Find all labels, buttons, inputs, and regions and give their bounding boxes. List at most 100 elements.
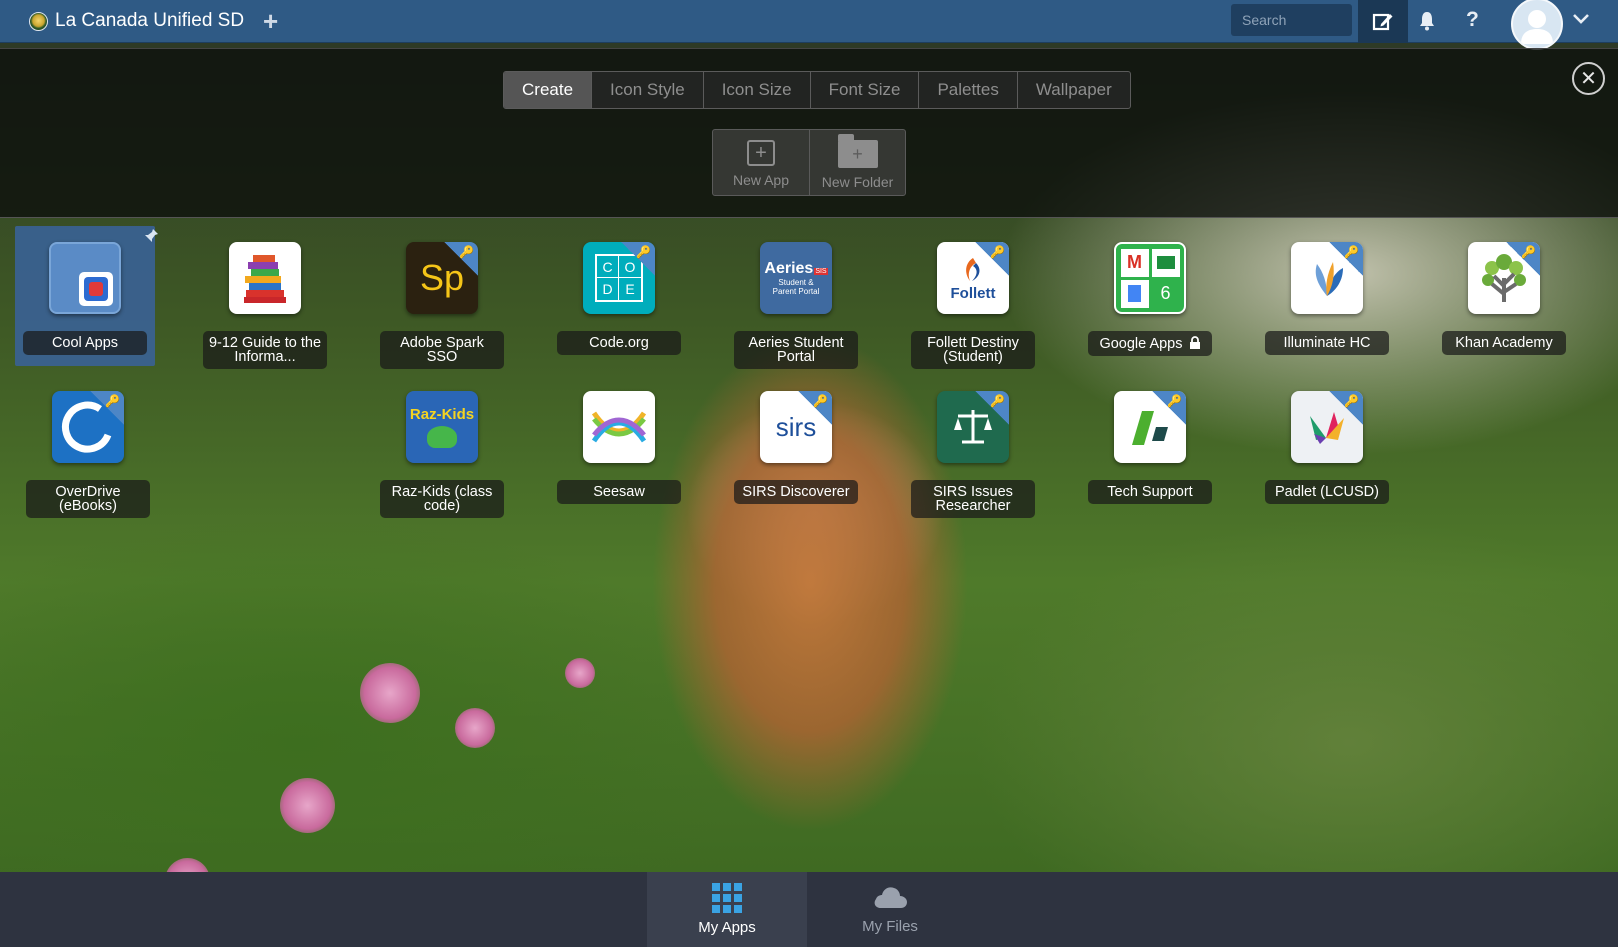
flower-decoration <box>565 658 595 688</box>
add-tab-button[interactable]: + <box>263 6 278 37</box>
folder-plus-icon: + <box>837 134 878 168</box>
app-tile-adobe-spark[interactable]: Sp 🔑 Adobe Spark SSO <box>372 226 512 369</box>
tab-wallpaper[interactable]: Wallpaper <box>1018 72 1130 108</box>
more-apps-count: 6 <box>1160 283 1171 303</box>
illuminate-icon: 🔑 <box>1291 242 1363 314</box>
edit-button[interactable] <box>1358 0 1408 43</box>
app-label: SIRS Issues Researcher <box>911 480 1035 518</box>
flower-decoration <box>360 663 420 723</box>
tab-icon-size[interactable]: Icon Size <box>704 72 811 108</box>
edit-icon <box>1372 13 1393 30</box>
code-letter: C <box>597 256 619 278</box>
new-app-button[interactable]: + New App <box>713 130 809 195</box>
tab-label: My Apps <box>698 919 756 936</box>
app-label: Khan Academy <box>1442 331 1566 355</box>
district-name[interactable]: La Canada Unified SD <box>55 10 244 32</box>
app-tile-illuminate[interactable]: 🔑 Illuminate HC <box>1257 226 1397 366</box>
app-tile-raz-kids[interactable]: Raz-Kids Raz-Kids (class code) <box>372 375 512 518</box>
app-tile-aeries[interactable]: Aeries SIS Student & Parent Portal Aerie… <box>726 226 866 369</box>
app-tile-guide[interactable]: 9-12 Guide to the Informa... <box>195 226 335 369</box>
sis-badge: SIS <box>814 268 828 275</box>
create-options: + New App + New Folder <box>712 129 906 196</box>
user-avatar[interactable] <box>1511 0 1563 50</box>
tab-my-apps[interactable]: My Apps <box>647 872 807 947</box>
aeries-icon: Aeries SIS Student & Parent Portal <box>760 242 832 314</box>
gmail-icon: M <box>1120 248 1149 277</box>
flower-decoration <box>280 778 335 833</box>
app-tile-code-org[interactable]: C O D E 🔑 Code.org <box>549 226 689 366</box>
app-label: Padlet (LCUSD) <box>1265 480 1389 504</box>
app-tile-overdrive[interactable]: 🔑 OverDrive (eBooks) <box>18 375 158 518</box>
code-org-icon: C O D E 🔑 <box>583 242 655 314</box>
search-input[interactable] <box>1231 4 1352 36</box>
app-label: Illuminate HC <box>1265 331 1389 355</box>
pin-icon <box>145 229 158 242</box>
bottom-navigation-bar: My Apps My Files <box>0 872 1618 947</box>
code-letter: E <box>625 281 635 297</box>
adobe-spark-icon: Sp 🔑 <box>406 242 478 314</box>
app-label: Aeries Student Portal <box>734 331 858 369</box>
app-tile-google-apps[interactable]: M 6 Google Apps <box>1080 226 1220 366</box>
follett-word: Follett <box>950 284 996 302</box>
app-label: 9-12 Guide to the Informa... <box>203 331 327 369</box>
sirs-icon: sirs 🔑 <box>760 391 832 463</box>
app-label: Tech Support <box>1088 480 1212 504</box>
app-tile-padlet[interactable]: 🔑 Padlet (LCUSD) <box>1257 375 1397 515</box>
docs-icon <box>1120 279 1149 308</box>
app-tile-tech-support[interactable]: 🔑 Tech Support <box>1080 375 1220 515</box>
close-panel-button[interactable]: ✕ <box>1572 62 1605 95</box>
user-icon <box>1521 10 1553 44</box>
new-app-label: New App <box>732 172 790 188</box>
code-letter: D <box>597 278 619 300</box>
books-icon <box>229 242 301 314</box>
scales-icon: 🔑 <box>937 391 1009 463</box>
bell-icon <box>1420 12 1434 31</box>
app-tile-khan-academy[interactable]: 🔑 Khan Academy <box>1434 226 1574 366</box>
help-button[interactable]: ? <box>1466 8 1479 32</box>
khan-academy-icon: 🔑 <box>1468 242 1540 314</box>
app-tile-follett[interactable]: Follett 🔑 Follett Destiny (Student) <box>903 226 1043 369</box>
follett-icon: Follett 🔑 <box>937 242 1009 314</box>
new-folder-button[interactable]: + New Folder <box>809 130 905 195</box>
tab-palettes[interactable]: Palettes <box>919 72 1018 108</box>
add-square-icon: + <box>747 140 775 166</box>
app-label: Code.org <box>557 331 681 355</box>
new-folder-label: New Folder <box>821 174 894 190</box>
tab-icon-style[interactable]: Icon Style <box>592 72 704 108</box>
customize-tabs: Create Icon Style Icon Size Font Size Pa… <box>503 71 1131 109</box>
aeries-subtitle: Student & <box>778 278 814 287</box>
tech-support-icon: 🔑 <box>1114 391 1186 463</box>
aeries-word: Aeries <box>764 260 814 277</box>
cloud-icon <box>874 887 907 908</box>
top-navigation-bar: La Canada Unified SD + ? <box>0 0 1618 50</box>
app-label: Cool Apps <box>23 331 147 355</box>
classroom-icon <box>1151 248 1180 277</box>
folder-icon <box>49 242 121 314</box>
tab-font-size[interactable]: Font Size <box>811 72 920 108</box>
raz-kids-icon: Raz-Kids <box>406 391 478 463</box>
padlet-icon: 🔑 <box>1291 391 1363 463</box>
app-label: SIRS Discoverer <box>734 480 858 504</box>
chevron-down-icon <box>1573 14 1589 24</box>
user-menu-toggle[interactable] <box>1572 12 1590 31</box>
flower-decoration <box>455 708 495 748</box>
google-apps-icon: M 6 <box>1114 242 1186 314</box>
tab-my-files[interactable]: My Files <box>810 872 970 947</box>
seesaw-icon <box>583 391 655 463</box>
tab-create[interactable]: Create <box>504 72 593 108</box>
app-tile-sirs-discoverer[interactable]: sirs 🔑 SIRS Discoverer <box>726 375 866 515</box>
lock-icon <box>1189 336 1200 349</box>
app-label: Adobe Spark SSO <box>380 331 504 369</box>
district-logo <box>29 12 48 31</box>
apps-grid-icon <box>712 883 742 913</box>
aeries-subtitle: Parent Portal <box>772 287 820 296</box>
tab-label: My Files <box>862 918 918 935</box>
app-tile-seesaw[interactable]: Seesaw <box>549 375 689 515</box>
app-label: Google Apps <box>1088 331 1212 356</box>
app-label: Follett Destiny (Student) <box>911 331 1035 369</box>
raz-kids-word: Raz-Kids <box>409 406 475 423</box>
app-label: Seesaw <box>557 480 681 504</box>
app-tile-cool-apps[interactable]: Cool Apps <box>15 226 158 366</box>
app-tile-sirs-issues[interactable]: 🔑 SIRS Issues Researcher <box>903 375 1043 518</box>
notifications-button[interactable] <box>1418 11 1436 36</box>
